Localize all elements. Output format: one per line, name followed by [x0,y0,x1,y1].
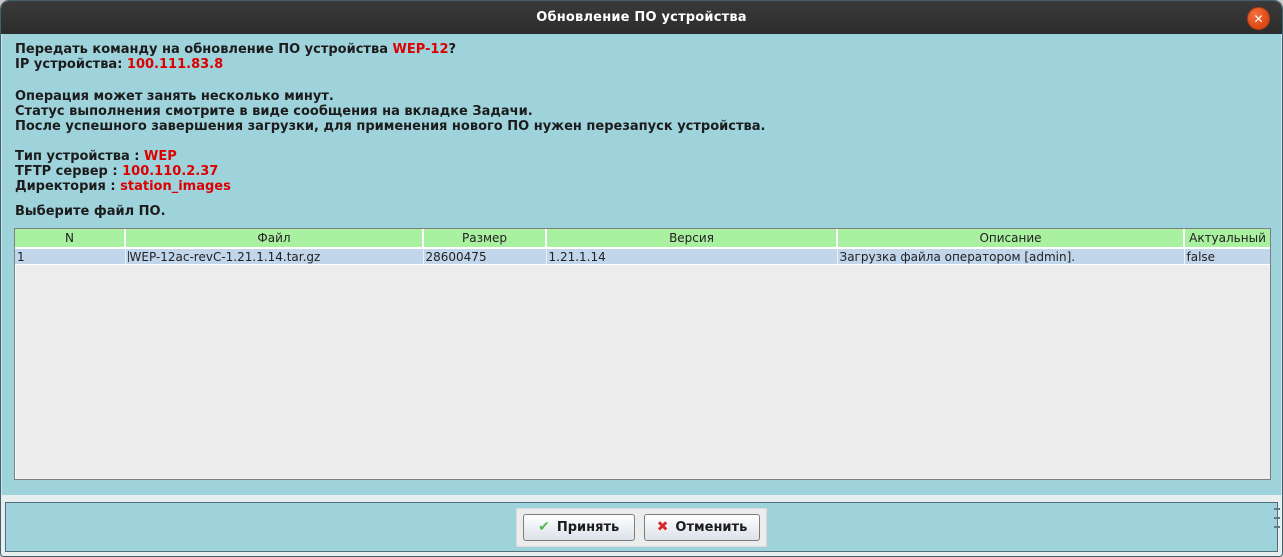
table-row-selected[interactable]: 1 WEP-12ac-revC-1.21.1.14.tar.gz 2860047… [15,248,1270,264]
column-header-description[interactable]: Описание [837,229,1185,249]
cell-file[interactable]: WEP-12ac-revC-1.21.1.14.tar.gz [125,248,424,264]
footer-panel: ✔ Принять ✖ Отменить [5,502,1278,552]
accept-button-label: Принять [556,519,620,535]
button-group: ✔ Принять ✖ Отменить [515,507,768,547]
ip-line: IP устройства: 100.111.83.8 [15,57,224,72]
note-line: После успешного завершения загрузки, для… [15,119,766,134]
table-empty-area [15,264,1270,479]
firmware-file-table: N Файл Размер Версия Описание Актуальный… [14,228,1271,480]
cell-n[interactable]: 1 [15,248,126,264]
cell-actual[interactable]: false [1184,248,1270,264]
resize-grip[interactable] [1274,508,1280,528]
column-header-actual[interactable]: Актуальный [1184,229,1270,249]
param-tftp-server: TFTP сервер : 100.110.2.37 [15,164,219,179]
check-icon: ✔ [538,519,550,535]
close-button[interactable]: ✕ [1247,7,1270,30]
select-file-prompt: Выберите файл ПО. [15,204,166,219]
note-line: Операция может занять несколько минут. [15,89,334,104]
column-header-version[interactable]: Версия [546,229,838,249]
param-directory: Директория : station_images [15,179,231,194]
dialog-title: Обновление ПО устройства [536,10,747,25]
dialog-message: Передать команду на обновление ПО устрой… [1,34,1282,219]
cell-version[interactable]: 1.21.1.14 [546,248,838,264]
cancel-button[interactable]: ✖ Отменить [643,513,761,541]
cell-description[interactable]: Загрузка файла оператором [admin]. [837,248,1185,264]
column-header-file[interactable]: Файл [125,229,424,249]
titlebar[interactable]: Обновление ПО устройства ✕ [1,1,1282,34]
update-firmware-dialog: Обновление ПО устройства ✕ Передать кома… [0,0,1283,557]
device-name: WEP-12 [392,42,449,57]
accept-button[interactable]: ✔ Принять [522,513,635,541]
table-header-row: N Файл Размер Версия Описание Актуальный [15,229,1270,249]
cell-size[interactable]: 28600475 [423,248,547,264]
column-header-size[interactable]: Размер [423,229,547,249]
column-header-n[interactable]: N [15,229,126,249]
text-cursor [127,250,129,262]
cancel-button-label: Отменить [675,519,748,535]
note-line: Статус выполнения смотрите в виде сообще… [15,104,533,119]
param-device-type: Тип устройства : WEP [15,149,177,164]
ip-value: 100.111.83.8 [126,57,224,72]
close-icon: ✕ [1253,11,1264,26]
question-line: Передать команду на обновление ПО устрой… [15,42,457,57]
cross-icon: ✖ [656,519,669,535]
